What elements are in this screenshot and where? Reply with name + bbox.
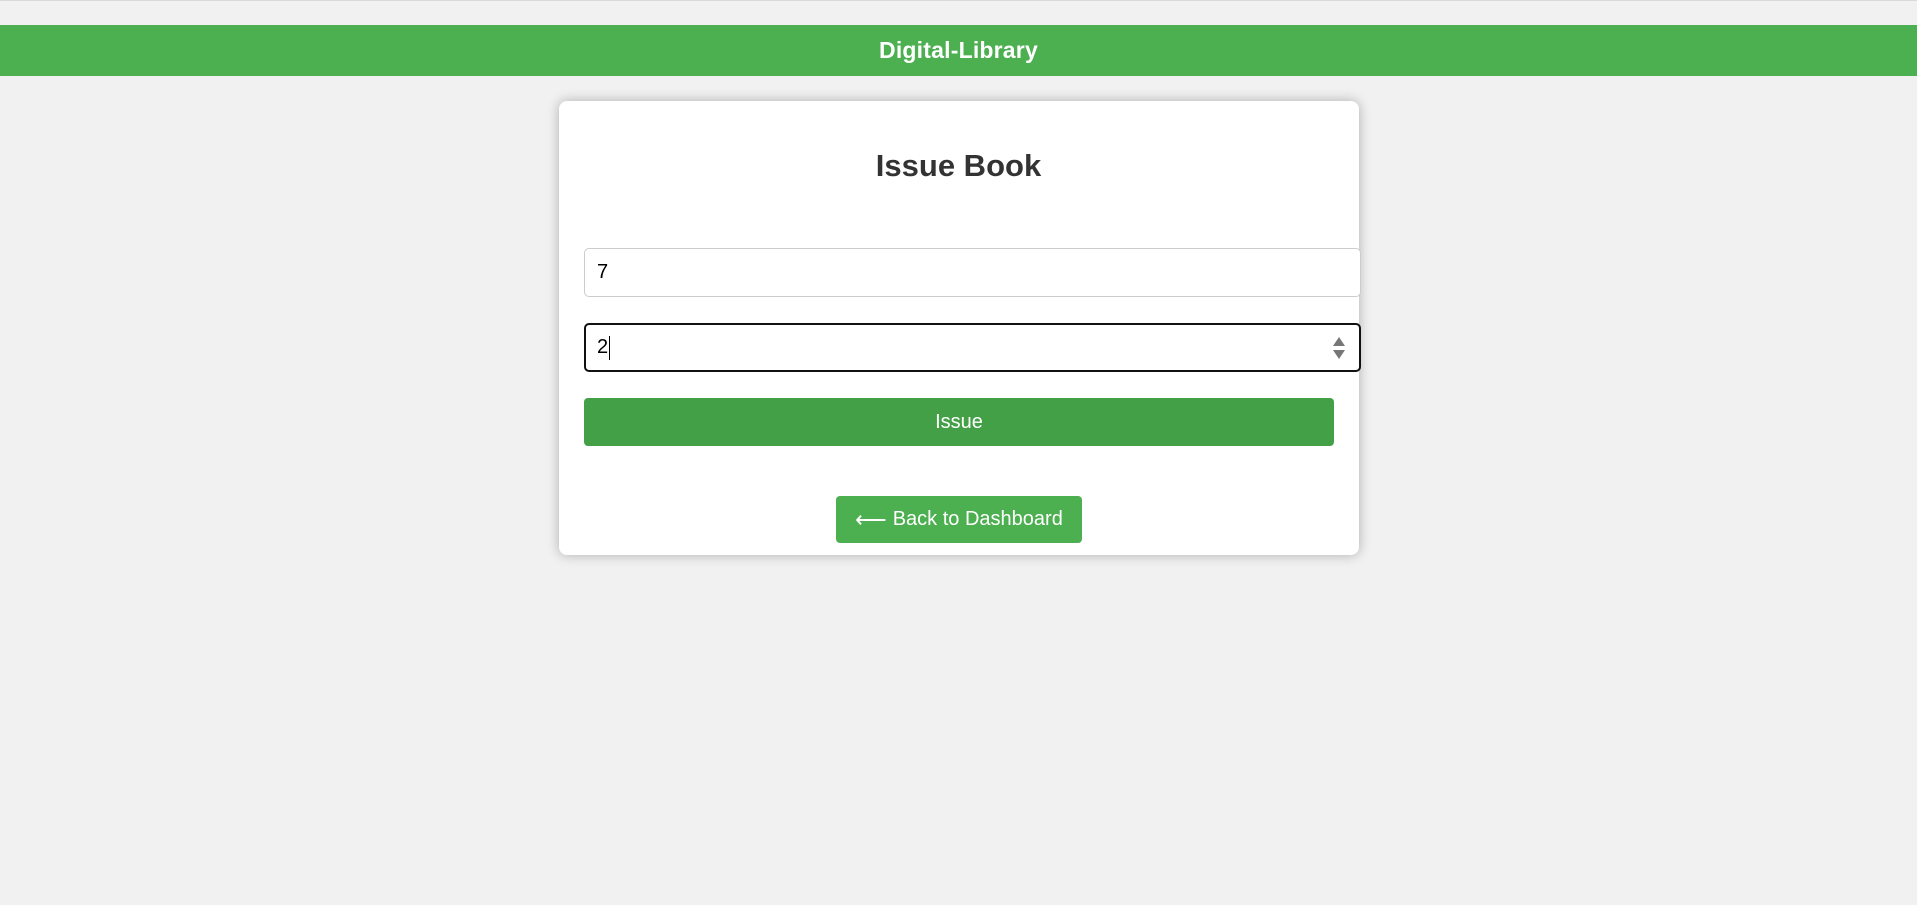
book-id-value: 7: [597, 261, 609, 283]
number-spinner-icon[interactable]: [1333, 337, 1347, 361]
issue-button[interactable]: Issue: [584, 398, 1334, 446]
left-arrow-icon: ⟵: [855, 506, 887, 532]
member-id-value: 2: [597, 336, 609, 358]
spin-up-icon[interactable]: [1333, 337, 1345, 346]
browser-top-border: [0, 0, 1917, 1]
back-to-dashboard-label: Back to Dashboard: [892, 508, 1063, 530]
app-title: Digital-Library: [879, 37, 1038, 63]
member-id-input[interactable]: 2: [584, 323, 1361, 372]
book-id-input[interactable]: 7: [584, 248, 1361, 297]
text-caret: [609, 335, 611, 360]
spin-down-icon[interactable]: [1333, 350, 1345, 359]
back-to-dashboard-button[interactable]: ⟵ Back to Dashboard: [836, 496, 1082, 543]
page-title: Issue Book: [875, 148, 1042, 183]
app-header: Digital-Library: [0, 25, 1917, 76]
